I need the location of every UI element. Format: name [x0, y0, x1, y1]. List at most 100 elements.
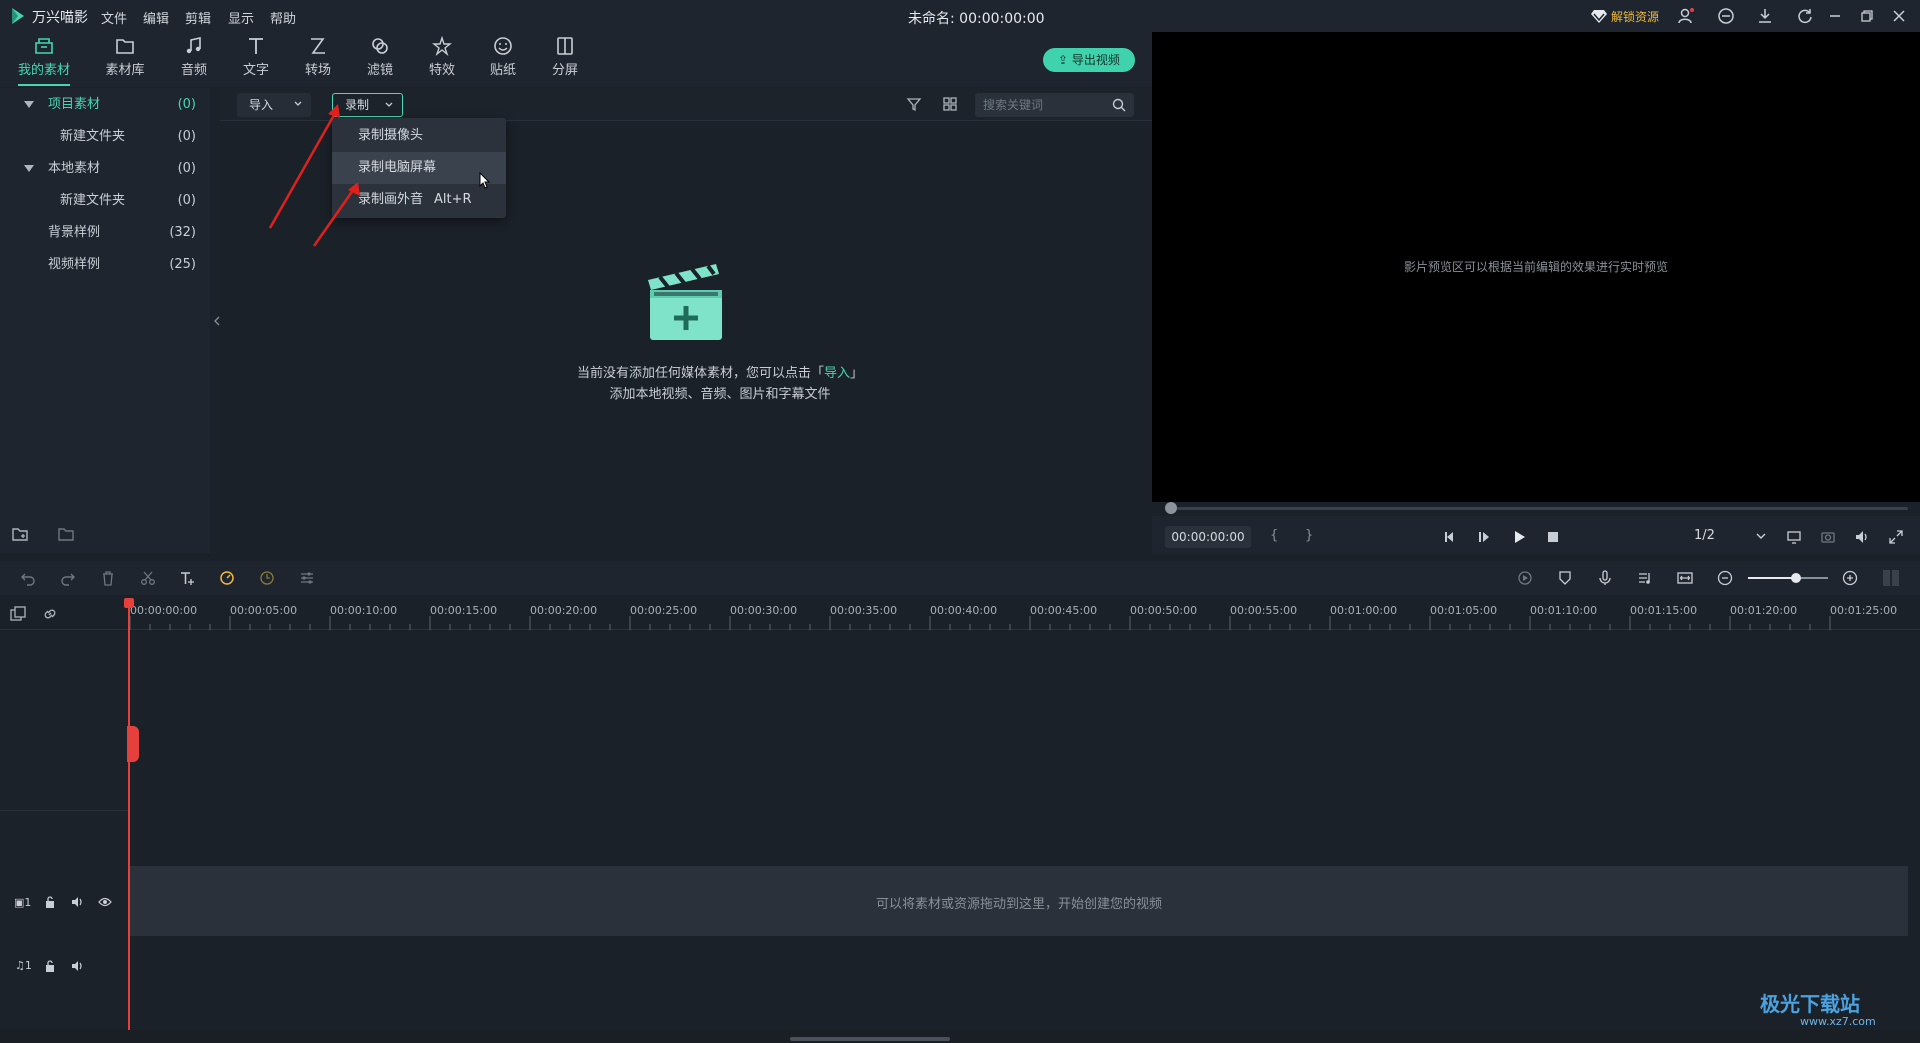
minimize-icon[interactable]: [1826, 7, 1844, 25]
tree-item-background-samples[interactable]: 背景样例 (32): [0, 218, 210, 248]
tool-label: 分屏: [551, 63, 578, 78]
speed-icon[interactable]: [219, 570, 235, 586]
layout-toggle-icon[interactable]: [1882, 569, 1900, 587]
add-track-icon[interactable]: [10, 606, 26, 622]
menu-view[interactable]: 显示: [228, 8, 254, 27]
audio-mixer-icon[interactable]: [1637, 570, 1653, 586]
redo-icon[interactable]: [60, 570, 76, 586]
stop-icon[interactable]: [1546, 530, 1560, 544]
tool-library[interactable]: 素材库: [97, 35, 153, 85]
empty-state-line1: 当前没有添加任何媒体素材，您可以点击「导入」: [520, 362, 920, 381]
playhead[interactable]: [128, 600, 130, 1030]
export-label: 导出视频: [1071, 53, 1120, 67]
chevron-down-icon[interactable]: [1755, 531, 1767, 541]
cut-icon[interactable]: [140, 570, 156, 586]
tree-item-project-media[interactable]: 项目素材 (0): [0, 90, 210, 120]
menu-clip[interactable]: 剪辑: [185, 8, 211, 27]
tree-item-count: (0): [177, 193, 196, 208]
filter-icon: [372, 38, 388, 54]
zoom-out-icon[interactable]: [1717, 570, 1733, 586]
snapshot-camera-icon[interactable]: [1820, 529, 1836, 545]
render-preview-icon[interactable]: [1517, 570, 1533, 586]
menu-edit[interactable]: 编辑: [143, 8, 169, 27]
zoom-slider[interactable]: [1748, 573, 1828, 583]
export-video-button[interactable]: ⇪ 导出视频: [1043, 48, 1135, 72]
audio-track-number: 1: [24, 959, 32, 972]
tool-audio[interactable]: 音频: [166, 35, 222, 85]
tool-label: 文字: [242, 63, 269, 78]
tool-sticker[interactable]: 贴纸: [475, 35, 531, 85]
tree-item-local-media[interactable]: 本地素材 (0): [0, 154, 210, 184]
tool-effects[interactable]: 特效: [414, 35, 470, 85]
marker-shield-icon[interactable]: [1557, 570, 1573, 586]
fullscreen-icon[interactable]: [1888, 529, 1904, 545]
app-logo-icon: [8, 6, 28, 26]
tool-transition[interactable]: 转场: [290, 35, 346, 85]
folder-outline-icon[interactable]: [58, 526, 76, 542]
menu-item-shortcut: Alt+R: [434, 192, 472, 207]
scrollbar-thumb[interactable]: [790, 1037, 950, 1041]
tree-item-new-folder[interactable]: 新建文件夹 (0): [0, 122, 210, 152]
duration-icon[interactable]: [259, 570, 275, 586]
tool-my-media[interactable]: 我的素材: [16, 35, 72, 85]
zoom-in-icon[interactable]: [1842, 570, 1858, 586]
adjust-icon[interactable]: [299, 570, 315, 586]
lock-icon[interactable]: [44, 959, 56, 973]
step-back-icon[interactable]: [1443, 530, 1457, 544]
grid-view-icon[interactable]: [942, 96, 958, 112]
preview-resolution-select[interactable]: 1/2: [1694, 528, 1715, 543]
chat-icon[interactable]: [1717, 7, 1735, 25]
new-folder-icon[interactable]: [12, 526, 30, 542]
tree-item-count: (0): [177, 97, 196, 112]
panel-collapse-handle[interactable]: [212, 88, 220, 553]
close-icon[interactable]: [1890, 7, 1908, 25]
preview-controls: [1152, 516, 1920, 554]
tree-item-new-folder[interactable]: 新建文件夹 (0): [0, 186, 210, 216]
lock-icon[interactable]: [44, 895, 56, 909]
search-input[interactable]: [983, 96, 1103, 114]
timeline-scrollbar[interactable]: [0, 1030, 1920, 1043]
document-title: 未命名: 00:00:00:00: [908, 11, 1045, 27]
mark-out-icon[interactable]: }: [1305, 528, 1313, 543]
tree-item-video-samples[interactable]: 视频样例 (25): [0, 250, 210, 280]
tool-label: 音频: [180, 63, 207, 78]
tree-item-label: 本地素材: [48, 161, 101, 176]
add-text-icon[interactable]: [179, 570, 195, 586]
mark-in-icon[interactable]: {: [1270, 528, 1278, 543]
tree-item-label: 视频样例: [48, 257, 101, 272]
preview-scrubber[interactable]: [1165, 507, 1908, 510]
menu-file[interactable]: 文件: [101, 8, 127, 27]
annotation-arrow-line: [268, 107, 340, 229]
play-icon[interactable]: [1512, 530, 1526, 544]
monitor-icon[interactable]: [1786, 529, 1802, 545]
caret-down-icon[interactable]: [24, 101, 34, 108]
zoom-slider-handle[interactable]: [1791, 573, 1801, 583]
playhead-side-tab[interactable]: [127, 726, 139, 762]
chevron-down-icon: [385, 102, 393, 107]
filter-funnel-icon[interactable]: [906, 96, 922, 112]
eye-icon[interactable]: [98, 896, 112, 908]
scrubber-handle[interactable]: [1165, 502, 1177, 514]
download-icon[interactable]: [1756, 7, 1774, 25]
maximize-icon[interactable]: [1858, 7, 1876, 25]
import-link[interactable]: 导入: [824, 366, 850, 381]
tool-split-screen[interactable]: 分屏: [537, 35, 593, 85]
volume-icon[interactable]: [1854, 529, 1870, 545]
tool-text[interactable]: 文字: [228, 35, 284, 85]
user-icon[interactable]: [1677, 7, 1695, 25]
caret-down-icon[interactable]: [24, 165, 34, 172]
delete-icon[interactable]: [100, 570, 116, 586]
refresh-icon[interactable]: [1796, 7, 1814, 25]
menu-help[interactable]: 帮助: [270, 8, 296, 27]
track-volume-icon[interactable]: [71, 895, 85, 909]
link-icon[interactable]: [42, 606, 58, 622]
fit-timeline-icon[interactable]: [1677, 570, 1693, 586]
search-icon[interactable]: [1112, 98, 1126, 112]
undo-icon[interactable]: [20, 570, 36, 586]
microphone-icon[interactable]: [1597, 570, 1613, 586]
playhead-handle[interactable]: [124, 598, 134, 608]
step-forward-icon[interactable]: [1477, 530, 1491, 544]
tool-filter[interactable]: 滤镜: [352, 35, 408, 85]
track-volume-icon[interactable]: [71, 959, 85, 973]
annotation-arrows: [268, 100, 368, 250]
